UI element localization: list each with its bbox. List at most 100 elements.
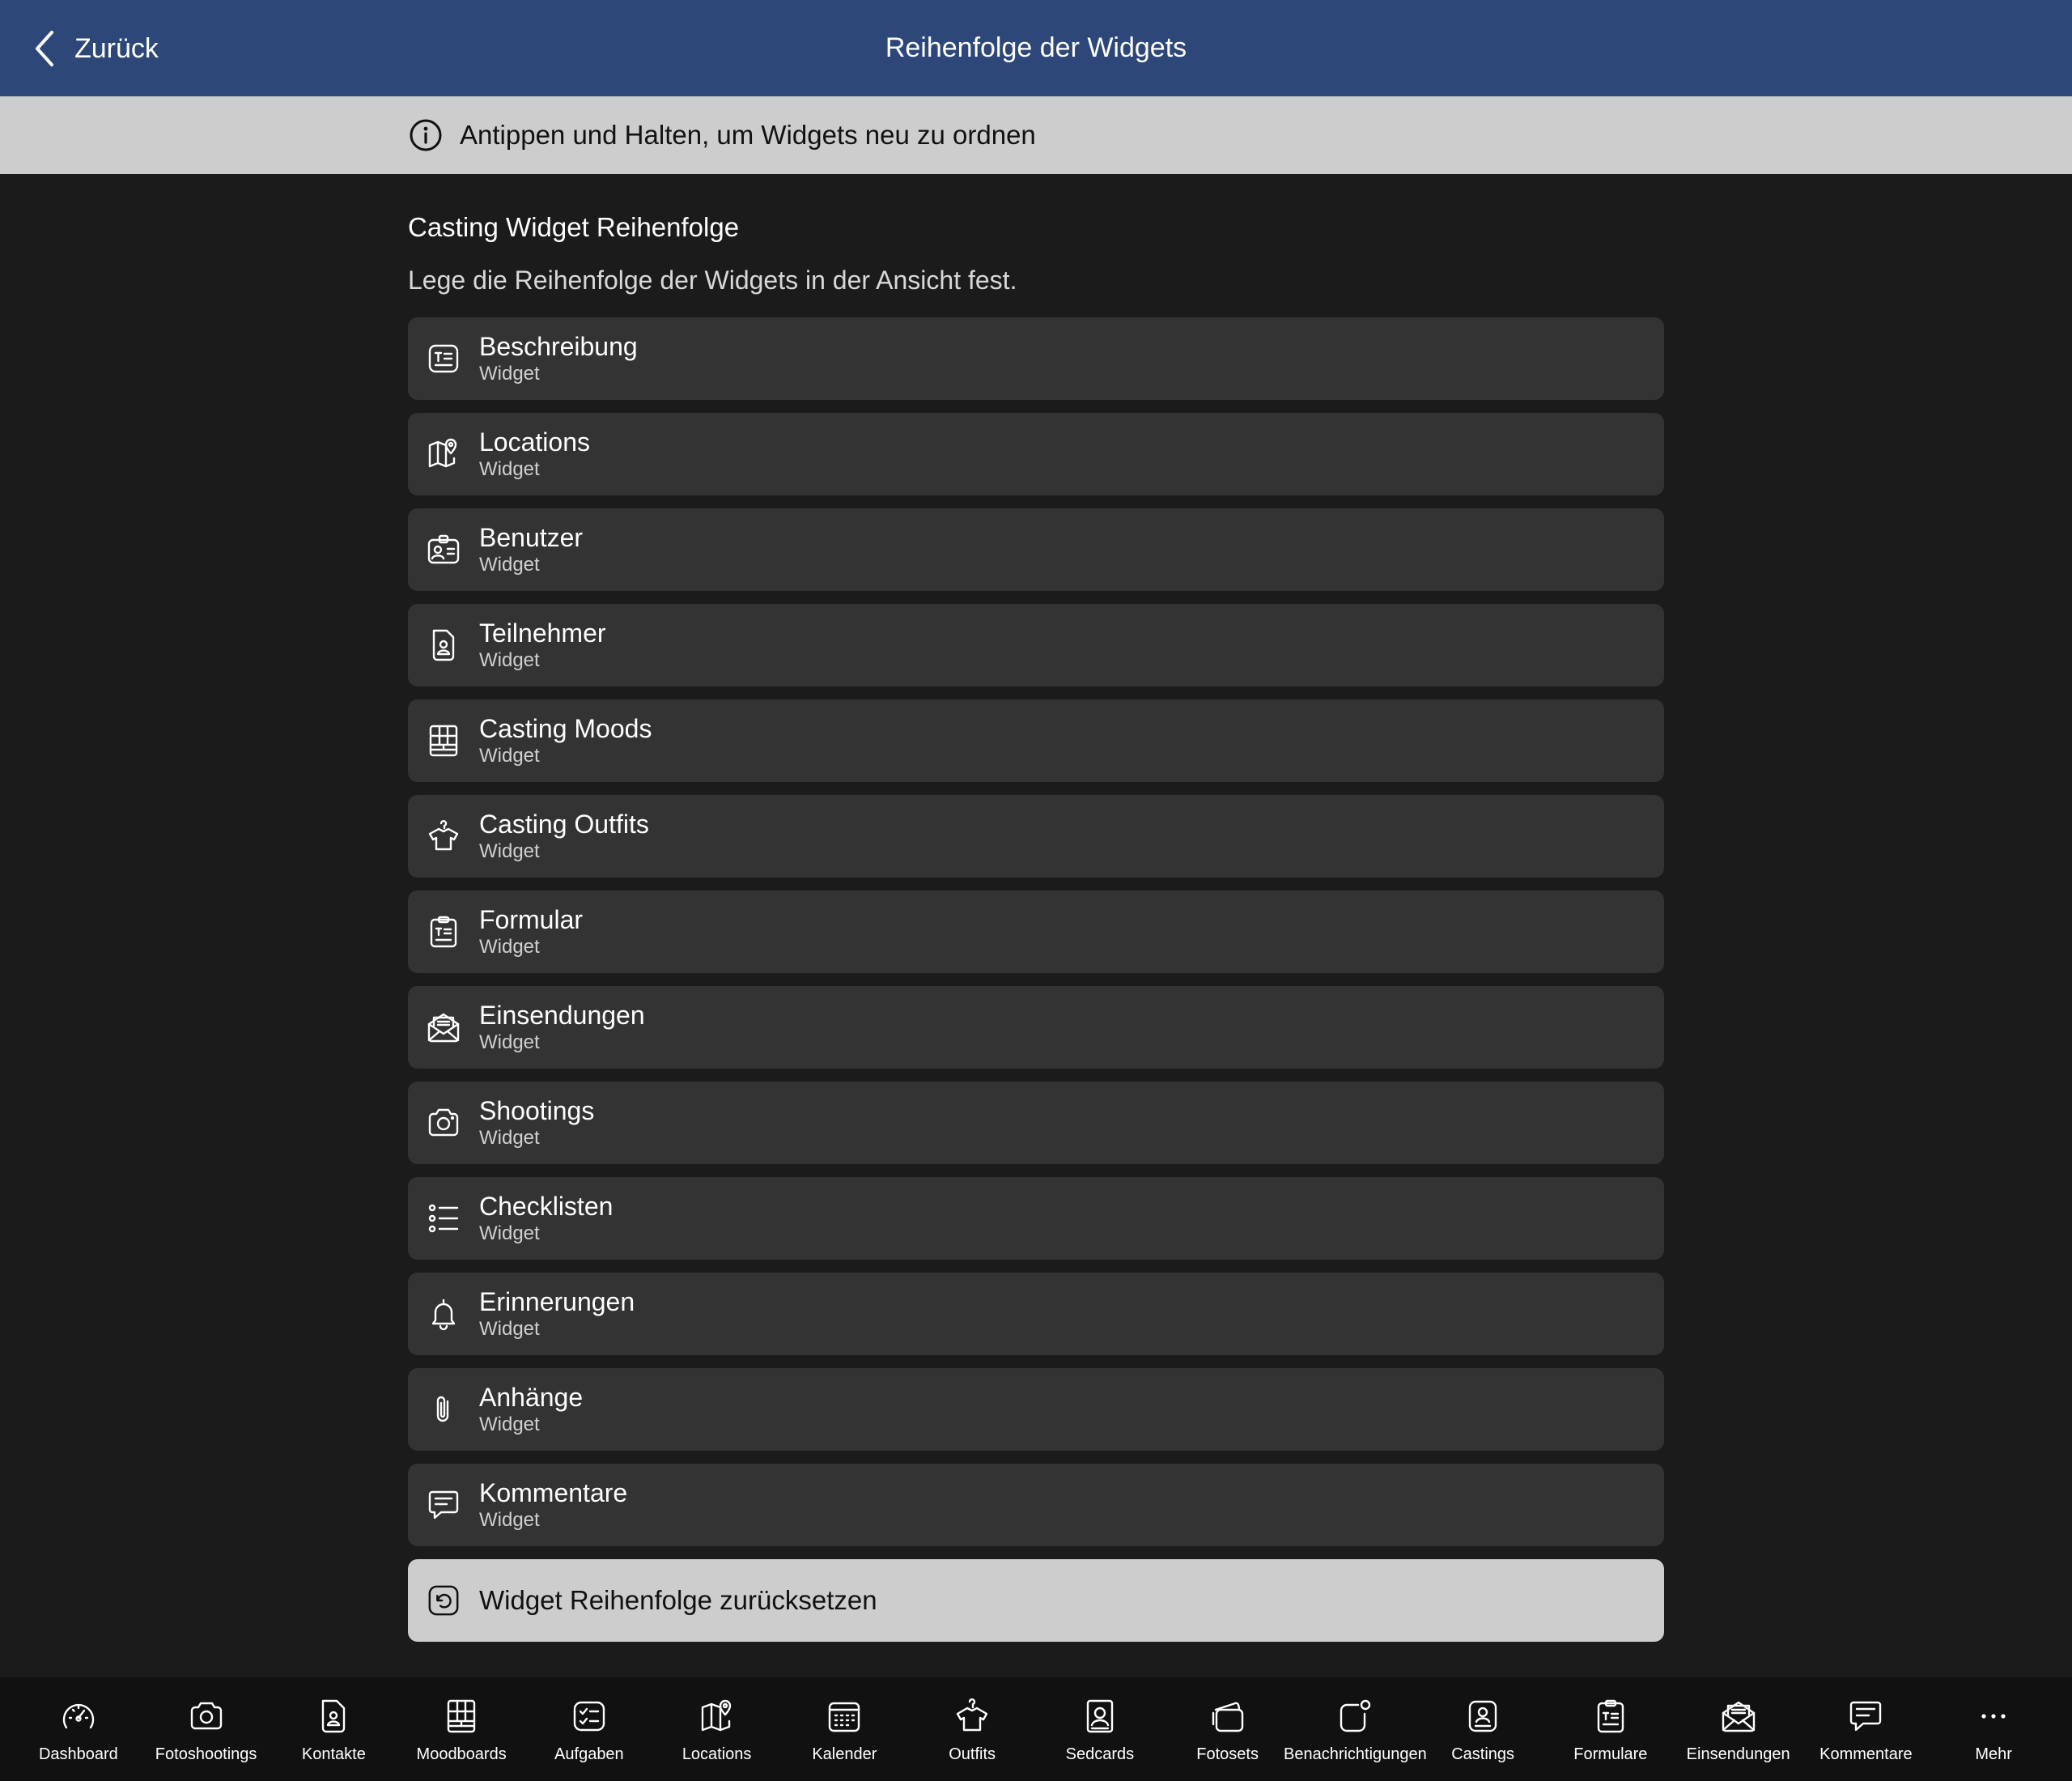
tab-locations[interactable]: Locations (653, 1677, 781, 1781)
widget-type: Widget (479, 840, 540, 862)
widget-row-teilnehmer[interactable]: Teilnehmer Widget (408, 604, 1664, 686)
tab-benachrichtigungen[interactable]: Benachrichtigungen (1284, 1677, 1427, 1781)
more-dots-icon (1981, 1714, 2006, 1719)
widget-name: Anhänge (479, 1383, 584, 1412)
info-text: Antippen und Halten, um Widgets neu zu o… (460, 120, 1036, 150)
tab-label: Aufgaben (554, 1745, 624, 1763)
widget-type: Widget (479, 649, 540, 671)
info-banner: Antippen und Halten, um Widgets neu zu o… (0, 96, 2072, 174)
widget-row-casting-outfits[interactable]: Casting Outfits Widget (408, 795, 1664, 878)
widget-row-einsendungen[interactable]: Einsendungen Widget (408, 986, 1664, 1069)
tab-castings[interactable]: Castings (1419, 1677, 1547, 1781)
tab-moodboards[interactable]: Moodboards (397, 1677, 525, 1781)
widget-name: Formular (479, 905, 584, 934)
tab-label: Kontakte (301, 1745, 366, 1763)
tab-label: Fotoshootings (155, 1745, 257, 1763)
widget-row-kommentare[interactable]: Kommentare Widget (408, 1464, 1664, 1546)
widget-row-formular[interactable]: Formular Widget (408, 890, 1664, 973)
envelope-open-icon (1722, 1701, 1755, 1732)
widget-row-locations[interactable]: Locations Widget (408, 413, 1664, 495)
widget-type: Widget (479, 363, 540, 385)
widget-name: Benutzer (479, 523, 584, 552)
widget-row-casting-moods[interactable]: Casting Moods Widget (408, 699, 1664, 782)
widget-type: Widget (479, 554, 540, 576)
section-title: Casting Widget Reihenfolge (408, 212, 740, 242)
widget-type: Widget (479, 1222, 540, 1244)
moodboard-grid-icon (447, 1699, 476, 1733)
tab-label: Outfits (949, 1745, 996, 1763)
contact-file-icon (432, 629, 455, 661)
reset-label: Widget Reihenfolge zurücksetzen (479, 1585, 877, 1615)
comment-icon (428, 1490, 459, 1520)
bottom-tab-bar: Dashboard Fotoshootings Kontakte Moodboa… (0, 1677, 2072, 1781)
tab-kommentare[interactable]: Kommentare (1802, 1677, 1930, 1781)
tab-aufgaben[interactable]: Aufgaben (525, 1677, 653, 1781)
text-card-icon (428, 344, 459, 373)
tab-mehr[interactable]: Mehr (1930, 1677, 2057, 1781)
widget-type: Widget (479, 1509, 540, 1531)
shirt-hanger-icon (956, 1698, 988, 1732)
page-title: Reihenfolge der Widgets (885, 32, 1187, 63)
widget-type: Widget (479, 1031, 540, 1053)
clipboard-form-icon (1597, 1699, 1624, 1733)
widget-type: Widget (479, 1413, 540, 1435)
info-icon (410, 119, 442, 151)
widget-name: Checklisten (479, 1192, 614, 1221)
widget-row-erinnerungen[interactable]: Erinnerungen Widget (408, 1273, 1664, 1355)
photo-stack-icon (1212, 1702, 1243, 1732)
tab-einsendungen[interactable]: Einsendungen (1675, 1677, 1802, 1781)
tab-label: Benachrichtigungen (1283, 1745, 1427, 1763)
tab-label: Moodboards (416, 1745, 507, 1763)
checklist-icon (428, 1204, 459, 1233)
tab-label: Dashboard (38, 1745, 118, 1763)
task-list-icon (573, 1701, 605, 1732)
tab-outfits[interactable]: Outfits (908, 1677, 1036, 1781)
widget-name: Shootings (479, 1096, 595, 1125)
tab-fotosets[interactable]: Fotosets (1164, 1677, 1292, 1781)
envelope-open-icon (427, 1013, 460, 1043)
tab-label: Formulare (1573, 1745, 1648, 1763)
back-button[interactable]: Zurück (29, 23, 159, 74)
tab-kalender[interactable]: Kalender (781, 1677, 909, 1781)
casting-card-icon (1468, 1700, 1497, 1732)
bell-icon (431, 1299, 456, 1331)
chevron-left-icon (36, 31, 53, 66)
tab-label: Einsendungen (1686, 1745, 1790, 1763)
tab-fotoshootings[interactable]: Fotoshootings (142, 1677, 270, 1781)
reset-widget-order-button[interactable]: Widget Reihenfolge zurücksetzen (408, 1559, 1664, 1642)
clipboard-form-icon (430, 916, 457, 948)
contact-file-icon (322, 1699, 346, 1733)
widget-type: Widget (479, 936, 540, 958)
speedometer-icon (62, 1703, 95, 1729)
widget-name: Teilnehmer (479, 618, 606, 648)
widget-row-benutzer[interactable]: Benutzer Widget (408, 508, 1664, 591)
tab-label: Castings (1451, 1745, 1515, 1763)
moodboard-grid-icon (429, 725, 458, 757)
widget-type: Widget (479, 458, 540, 480)
widget-name: Casting Outfits (479, 810, 649, 839)
reset-arrow-icon (428, 1585, 459, 1616)
widget-name: Einsendungen (479, 1001, 645, 1030)
widget-row-shootings[interactable]: Shootings Widget (408, 1082, 1664, 1164)
portrait-card-icon (1086, 1699, 1114, 1733)
tab-label: Kommentare (1819, 1745, 1913, 1763)
tab-kontakte[interactable]: Kontakte (270, 1677, 398, 1781)
tab-sedcards[interactable]: Sedcards (1036, 1677, 1164, 1781)
tab-label: Mehr (1975, 1745, 2012, 1763)
tab-label: Locations (681, 1745, 752, 1763)
tab-dashboard[interactable]: Dashboard (15, 1677, 142, 1781)
widget-name: Beschreibung (479, 332, 638, 361)
widget-name: Locations (479, 427, 590, 457)
paperclip-icon (436, 1396, 449, 1422)
widget-type: Widget (479, 1127, 540, 1149)
tab-label: Kalender (812, 1745, 877, 1763)
widget-row-beschreibung[interactable]: Beschreibung Widget (408, 317, 1664, 400)
id-badge-icon (427, 534, 460, 564)
widget-row-checklisten[interactable]: Checklisten Widget (408, 1177, 1664, 1260)
calendar-icon (829, 1702, 860, 1732)
tab-formulare[interactable]: Formulare (1547, 1677, 1675, 1781)
widget-row-anhaenge[interactable]: Anhänge Widget (408, 1368, 1664, 1451)
tab-label: Sedcards (1065, 1745, 1135, 1763)
notification-badge-icon (1340, 1699, 1371, 1732)
map-pin-icon (428, 438, 457, 468)
